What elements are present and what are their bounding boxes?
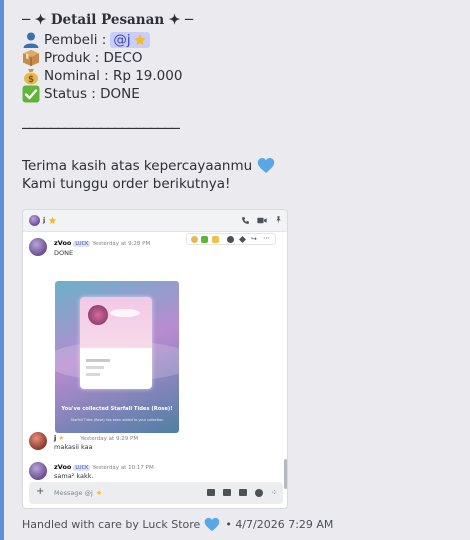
message-text: sama² kakk. [54, 472, 94, 480]
channel-name: j [43, 216, 46, 224]
thanks-line: Terima kasih atas kepercayaanmu [22, 157, 275, 174]
avatar [29, 432, 47, 450]
phone-icon [242, 217, 249, 224]
footer-text: Handled with care by Luck Store [22, 518, 201, 531]
buyer-label: Pembeli : [44, 32, 107, 48]
card-art [80, 297, 152, 389]
avatar [29, 238, 47, 256]
card-text-line [86, 366, 104, 369]
product-line: Produk : DECO [22, 49, 142, 67]
add-attachment-icon[interactable]: + [36, 486, 44, 498]
money-bag-icon: $ [22, 67, 40, 85]
forward-icon[interactable]: ↪ [251, 235, 257, 243]
collection-card-image[interactable]: You've collected Starfall Tides (Rose)! … [55, 281, 179, 433]
card-avatar [88, 305, 108, 325]
status-line: Status : DONE [22, 85, 140, 103]
message-text: makasii kaa [54, 443, 93, 451]
package-icon [22, 49, 40, 67]
sticker-icon[interactable] [239, 489, 247, 496]
message-actions: ↪ ⋯ [186, 233, 276, 245]
edit-icon[interactable] [239, 236, 246, 243]
blue-heart-icon [257, 158, 275, 173]
person-icon [22, 31, 40, 49]
cloud-shape [110, 309, 140, 317]
check-mark-icon [22, 85, 40, 103]
card-text-line [86, 373, 100, 376]
card-caption-title: You've collected Starfall Tides (Rose)! [61, 406, 173, 412]
amount-line: $ Nominal : Rp 19.000 [22, 67, 182, 85]
input-placeholder: Message @j [54, 489, 93, 497]
buyer-line: Pembeli : @j [22, 31, 150, 49]
add-reaction-icon[interactable] [227, 236, 234, 243]
more-icon[interactable]: ⋯ [263, 234, 270, 242]
message-header: zVoo LUCK Yesterday at 10:17 PM [54, 463, 154, 471]
star-icon: ★ [58, 434, 65, 442]
product-text: Produk : DECO [44, 50, 143, 66]
avatar [29, 215, 40, 226]
blue-heart-icon [204, 517, 220, 532]
gif-icon[interactable] [223, 489, 231, 496]
video-icon [257, 217, 267, 224]
scrollbar[interactable] [284, 459, 287, 489]
apps-icon[interactable]: ⁘ [271, 488, 278, 497]
check-mark-icon[interactable] [201, 236, 208, 243]
divider-line: ────────────────────── [22, 121, 180, 137]
message-text: DONE [54, 249, 74, 257]
emoji-icon[interactable] [191, 236, 198, 243]
thumbs-up-icon[interactable] [212, 236, 219, 243]
screenshot-header: j [23, 210, 287, 232]
embed-footer: Handled with care by Luck Store • 4/7/20… [22, 517, 333, 532]
status-text: Status : DONE [44, 86, 140, 102]
star-icon [48, 216, 57, 224]
message-input[interactable]: + Message @j ★ ⁘ [29, 482, 283, 504]
awaiting-line: Kami tunggu order berikutnya! [22, 176, 230, 192]
emoji-picker-icon[interactable] [255, 489, 263, 497]
avatar [29, 462, 47, 480]
amount-text: Nominal : Rp 19.000 [44, 68, 183, 84]
svg-text:$: $ [28, 75, 34, 85]
thanks-text: Terima kasih atas kepercayaanmu [22, 157, 253, 174]
star-icon: ★ [96, 489, 103, 497]
message-header: zVoo LUCK Yesterday at 9:28 PM [54, 239, 151, 247]
embed-title: ─ ✦ Detail Pesanan ✦ ─ [22, 12, 194, 28]
card-text-line [86, 359, 110, 362]
awaiting-text: Kami tunggu order berikutnya! [22, 176, 231, 192]
card-caption-sub: Starfall Tides (Rose) has been added to … [70, 418, 164, 422]
star-icon [133, 34, 146, 46]
pin-icon [276, 216, 281, 224]
footer-timestamp: • 4/7/2026 7:29 AM [225, 518, 334, 531]
proof-screenshot[interactable]: j zVoo LUCK Yesterday at 9:28 PM DONE ↪ ⋯ [22, 209, 288, 509]
chat-area: zVooLUCKYesterday at 9:28 PM DONE ↪ ⋯ [23, 232, 287, 489]
order-embed: ─ ✦ Detail Pesanan ✦ ─ Pembeli : @j Prod… [0, 0, 470, 540]
buyer-mention[interactable]: @j [110, 32, 150, 48]
message-header: j ★ Yesterday at 9:29 PM [54, 434, 139, 442]
gift-icon[interactable] [207, 489, 215, 496]
